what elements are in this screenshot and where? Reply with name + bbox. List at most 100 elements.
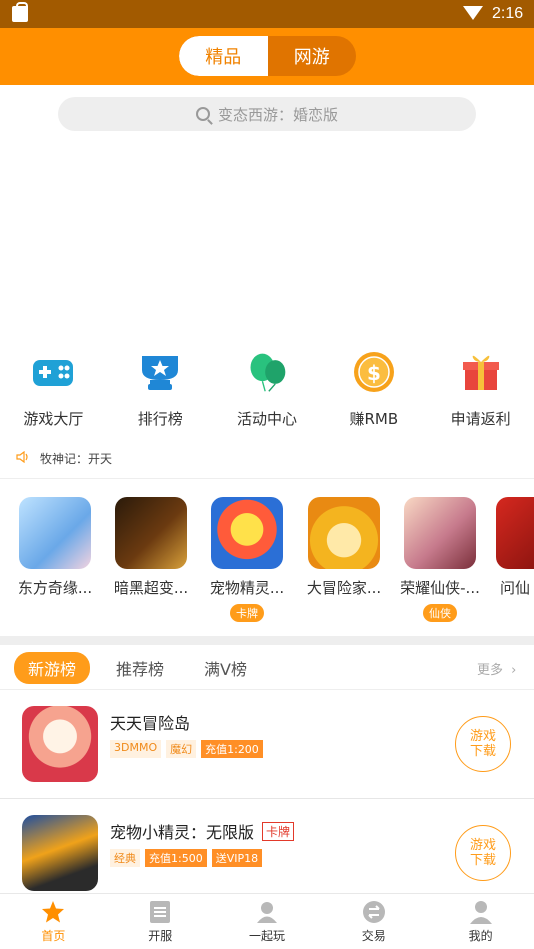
tab-max-vip[interactable]: 满V榜	[190, 652, 261, 684]
tab-wangyou[interactable]: 网游	[268, 36, 357, 76]
chevron-right-icon: ›	[511, 663, 517, 678]
featured-game[interactable]: 荣耀仙侠-... 仙侠	[400, 497, 480, 622]
divider	[0, 798, 534, 799]
featured-game[interactable]: 暗黑超变...	[111, 497, 191, 598]
download-button[interactable]: 游戏 下载	[455, 716, 511, 772]
search-bar[interactable]: 变态西游：婚恋版	[58, 97, 476, 131]
trophy-icon	[138, 350, 182, 394]
group-icon	[255, 900, 279, 924]
nav-trade[interactable]: 交易	[320, 894, 427, 949]
game-title: 天天冒险岛	[110, 714, 191, 733]
game-tag: 经典	[110, 849, 140, 867]
tab-new-games[interactable]: 新游榜	[14, 652, 91, 684]
game-name: 暗黑超变...	[113, 579, 189, 597]
game-thumbnail	[211, 497, 283, 569]
featured-game[interactable]: 问仙	[496, 497, 534, 598]
bottom-nav: 首页 开服 一起玩 交易 我的	[0, 893, 534, 949]
status-time: 2:16	[492, 5, 524, 22]
game-name: 宠物精灵...	[209, 579, 285, 597]
gamepad-icon	[31, 350, 75, 394]
entry-label: 赚RMB	[349, 410, 399, 428]
entry-ranking[interactable]: 排行榜	[107, 350, 214, 440]
game-icon	[22, 815, 98, 891]
tab-recommended[interactable]: 推荐榜	[102, 652, 178, 684]
more-label: 更多	[477, 663, 504, 678]
entry-rebate[interactable]: 申请返利	[427, 350, 534, 440]
game-tags: 经典 充值1:500 送VIP18	[110, 849, 267, 867]
section-gap	[0, 636, 534, 645]
game-list-item[interactable]: 天天冒险岛 3DMMO 魔幻 充值1:200 游戏 下载	[0, 706, 534, 806]
game-thumbnail	[308, 497, 380, 569]
game-title-wrap: 宠物小精灵：无限版 卡牌	[110, 819, 295, 843]
game-icon	[22, 706, 98, 782]
game-tag: 魔幻	[166, 740, 197, 758]
featured-games: 东方奇缘... 暗黑超变... 宠物精灵... 卡牌 大冒险家... 荣耀仙侠-…	[0, 497, 534, 637]
nav-label: 首页	[41, 928, 66, 943]
nav-profile[interactable]: 我的	[427, 894, 534, 949]
list-icon	[148, 900, 172, 924]
game-tag: 送VIP18	[211, 849, 263, 867]
shopping-bag-icon	[12, 2, 28, 22]
divider	[0, 689, 534, 690]
speaker-icon	[16, 450, 30, 466]
nav-home[interactable]: 首页	[0, 894, 107, 949]
more-link[interactable]: 更多 ›	[477, 659, 516, 678]
game-thumbnail	[115, 497, 187, 569]
game-tags: 3DMMO 魔幻 充值1:200	[110, 740, 268, 758]
status-bar: 2:16	[0, 0, 534, 28]
tab-jingpin[interactable]: 精品	[179, 36, 268, 76]
star-icon	[41, 900, 65, 924]
notice-bar[interactable]: 牧神记：开天	[16, 450, 112, 467]
nav-server[interactable]: 开服	[107, 894, 214, 949]
game-genre-tag: 仙侠	[423, 604, 457, 622]
coin-icon: $	[352, 350, 396, 394]
gift-icon	[459, 350, 503, 394]
exchange-icon	[362, 900, 386, 924]
game-title: 宠物小精灵：无限版	[110, 823, 255, 842]
ranking-tabs: 新游榜 推荐榜 满V榜	[14, 652, 273, 684]
game-tag: 充值1:200	[201, 740, 263, 758]
entry-activity-center[interactable]: 活动中心	[214, 350, 321, 440]
wifi-icon	[463, 6, 483, 20]
profile-icon	[469, 900, 493, 924]
entry-label: 申请返利	[450, 410, 511, 428]
nav-label: 一起玩	[248, 928, 285, 943]
download-label-bottom: 下载	[469, 744, 496, 759]
entry-label: 游戏大厅	[23, 410, 84, 428]
search-icon	[195, 107, 210, 121]
download-label-top: 游戏	[469, 838, 496, 853]
entry-label: 排行榜	[137, 410, 183, 428]
nav-label: 我的	[468, 928, 493, 943]
divider	[0, 478, 534, 479]
featured-game[interactable]: 东方奇缘...	[15, 497, 95, 598]
nav-label: 交易	[361, 928, 386, 943]
game-tag: 充值1:500	[145, 849, 207, 867]
game-genre-badge: 卡牌	[262, 822, 295, 841]
search-placeholder: 变态西游：婚恋版	[217, 105, 338, 124]
balloons-icon	[245, 350, 289, 394]
entry-earn-rmb[interactable]: $ 赚RMB	[320, 350, 427, 440]
game-tag: 3DMMO	[110, 740, 162, 758]
download-button[interactable]: 游戏 下载	[455, 825, 511, 881]
nav-label: 开服	[148, 928, 173, 943]
notice-text: 牧神记：开天	[40, 452, 113, 466]
featured-game[interactable]: 大冒险家...	[304, 497, 384, 598]
game-name: 东方奇缘...	[17, 579, 93, 597]
quick-entries: 游戏大厅 排行榜 活动中心 $ 赚RMB 申请返利	[0, 350, 534, 440]
featured-game[interactable]: 宠物精灵... 卡牌	[207, 497, 287, 622]
download-label-bottom: 下载	[469, 853, 496, 868]
top-header: 精品 网游	[0, 28, 534, 85]
nav-play-together[interactable]: 一起玩	[214, 894, 321, 949]
game-thumbnail	[19, 497, 91, 569]
game-name: 问仙	[500, 579, 531, 597]
entry-game-hall[interactable]: 游戏大厅	[0, 350, 107, 440]
download-label-top: 游戏	[469, 729, 496, 744]
category-switch: 精品 网游	[179, 36, 356, 76]
game-thumbnail	[496, 497, 534, 569]
game-name: 荣耀仙侠-...	[400, 579, 480, 597]
game-thumbnail	[404, 497, 476, 569]
svg-text:$: $	[367, 361, 381, 385]
game-name: 大冒险家...	[306, 579, 382, 597]
game-genre-tag: 卡牌	[230, 604, 264, 622]
entry-label: 活动中心	[236, 410, 297, 428]
